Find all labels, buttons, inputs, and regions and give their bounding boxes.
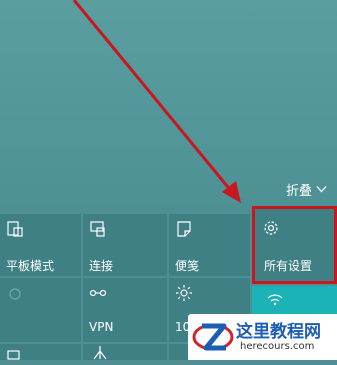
collapse-label: 折叠 xyxy=(286,183,313,199)
watermark-logo xyxy=(192,323,234,351)
tile-vpn[interactable]: VPN xyxy=(83,278,167,342)
connect-icon xyxy=(89,220,107,238)
tile-label: 便笺 xyxy=(175,259,200,273)
chevron-down-icon xyxy=(316,184,327,195)
vpn-icon xyxy=(89,284,107,302)
tile-note[interactable]: 便笺 xyxy=(169,214,250,276)
battery-saver-icon xyxy=(6,346,24,364)
tile-label: 平板模式 xyxy=(6,259,55,273)
tile-tablet-mode[interactable]: 平板模式 xyxy=(0,214,81,276)
brightness-icon xyxy=(175,284,193,302)
tablet-mode-icon xyxy=(6,220,24,238)
watermark: 这里教程网 herecours.com xyxy=(188,314,337,360)
tile-label: VPN xyxy=(89,320,114,334)
action-center-background xyxy=(0,0,337,206)
tile-location[interactable] xyxy=(0,278,81,342)
collapse-button[interactable]: 折叠 xyxy=(286,178,327,200)
network-icon xyxy=(91,345,109,363)
wifi-icon xyxy=(266,290,284,308)
annotation-highlight-box xyxy=(252,206,337,284)
tile-battery-saver[interactable] xyxy=(0,344,81,360)
tile-partial[interactable] xyxy=(169,344,188,360)
tile-network[interactable] xyxy=(83,344,167,360)
watermark-url: herecours.com xyxy=(240,341,315,352)
tile-connect[interactable]: 连接 xyxy=(83,214,167,276)
watermark-title: 这里教程网 xyxy=(236,322,321,342)
note-icon xyxy=(175,220,193,238)
location-icon xyxy=(6,286,24,304)
tile-label: 连接 xyxy=(89,259,114,273)
